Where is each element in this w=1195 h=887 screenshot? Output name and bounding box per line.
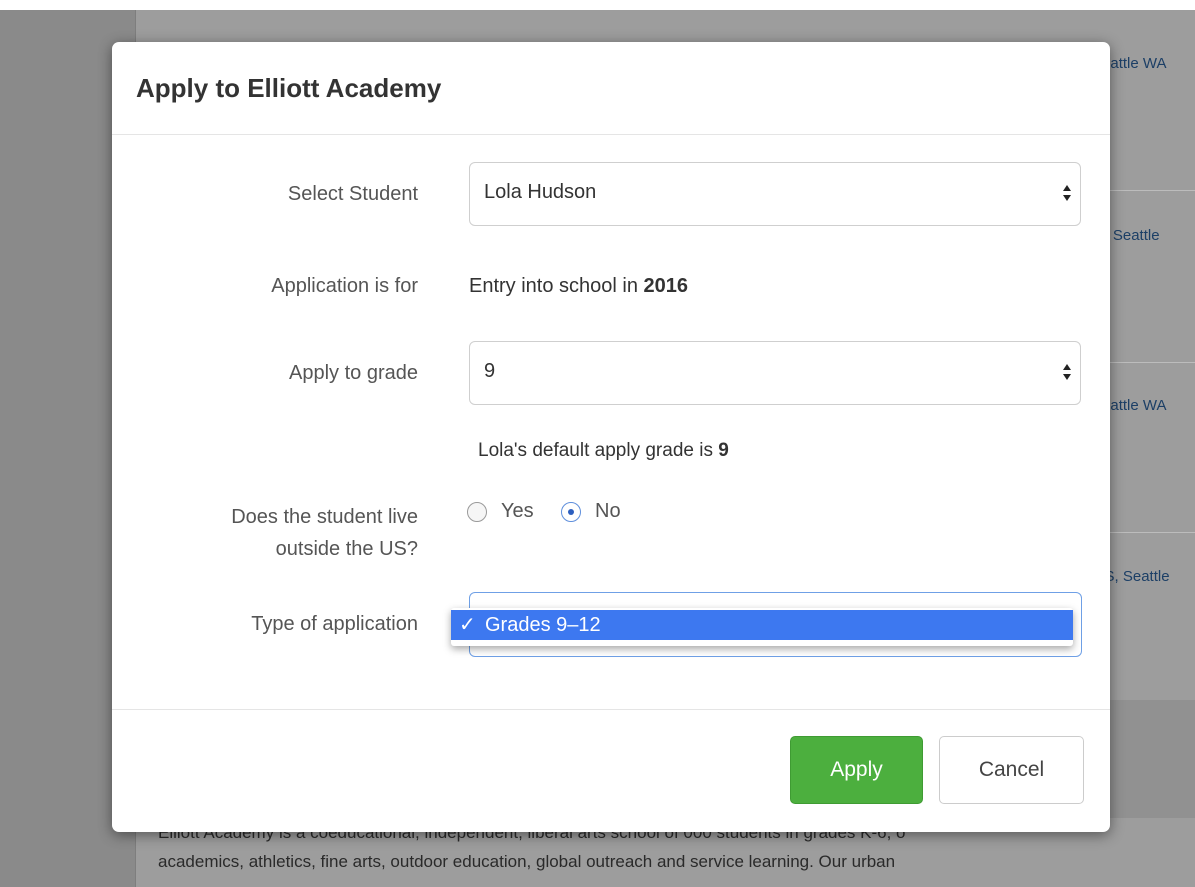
application-year: 2016 xyxy=(643,275,689,297)
grade-label: Apply to grade xyxy=(289,362,418,384)
check-icon: ✓ xyxy=(459,614,476,636)
grade-help-text: Lola's default apply grade is 9 xyxy=(478,440,729,462)
grade-select[interactable]: 9 xyxy=(469,341,1081,405)
select-arrows-icon xyxy=(1063,364,1071,380)
modal-title: Apply to Elliott Academy xyxy=(136,73,442,103)
apply-button[interactable]: Apply xyxy=(790,736,923,804)
radio-yes[interactable] xyxy=(467,502,487,522)
modal-header: Apply to Elliott Academy xyxy=(112,42,1110,135)
student-select[interactable]: Lola Hudson xyxy=(469,162,1081,226)
radio-no[interactable] xyxy=(561,502,581,522)
radio-yes-label[interactable]: Yes xyxy=(501,500,534,523)
modal-footer: Apply Cancel xyxy=(112,709,1110,833)
student-label: Select Student xyxy=(287,183,418,205)
application-type-label: Type of application xyxy=(251,613,418,635)
grade-help-prefix: Lola's default apply grade is xyxy=(478,440,719,461)
window-top-strip xyxy=(0,0,1195,10)
list-divider xyxy=(1100,190,1195,191)
apply-modal: Apply to Elliott Academy Select Student … xyxy=(112,42,1110,832)
list-divider xyxy=(1100,532,1195,533)
outside-us-label-line: Does the student live xyxy=(231,506,418,528)
school-description-line: academics, athletics, fine arts, outdoor… xyxy=(158,852,896,871)
application-type-dropdown: ✓ Grades 9–12 xyxy=(451,608,1073,646)
radio-no-label[interactable]: No xyxy=(595,500,621,523)
list-divider xyxy=(1100,362,1195,363)
outside-us-label: Does the student live outside the US? xyxy=(231,501,418,565)
select-arrows-icon xyxy=(1063,185,1071,201)
grade-help-value: 9 xyxy=(718,440,729,461)
application-for-label: Application is for xyxy=(271,275,418,297)
dropdown-option-grades-9-12[interactable]: ✓ Grades 9–12 xyxy=(451,610,1073,640)
cancel-button[interactable]: Cancel xyxy=(939,736,1084,804)
student-select-value: Lola Hudson xyxy=(484,181,597,203)
outside-us-label-line: outside the US? xyxy=(275,538,418,560)
application-for-prefix: Entry into school in xyxy=(469,275,644,297)
dropdown-option-label: Grades 9–12 xyxy=(485,614,601,636)
application-for-value: Entry into school in 2016 xyxy=(469,275,688,298)
grade-select-value: 9 xyxy=(484,360,496,382)
